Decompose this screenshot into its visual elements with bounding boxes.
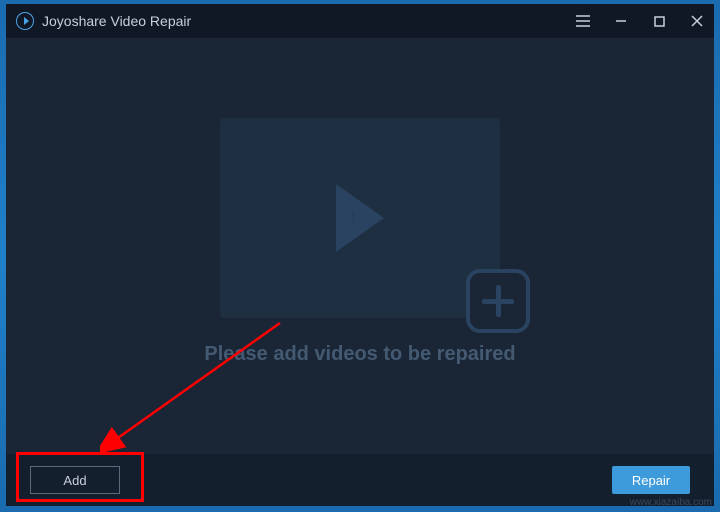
main-content: Please add videos to be repaired <box>6 38 714 454</box>
close-icon[interactable] <box>690 14 704 28</box>
crack-icon <box>352 118 354 318</box>
maximize-icon[interactable] <box>652 14 666 28</box>
app-window: Joyoshare Video Repair Please add videos <box>6 4 714 506</box>
add-plus-icon[interactable] <box>466 269 530 333</box>
video-drop-zone[interactable] <box>220 118 500 318</box>
minimize-icon[interactable] <box>614 14 628 28</box>
window-controls <box>576 14 704 28</box>
broken-video-icon <box>336 184 384 252</box>
titlebar: Joyoshare Video Repair <box>6 4 714 38</box>
app-title: Joyoshare Video Repair <box>42 13 576 29</box>
repair-button[interactable]: Repair <box>612 466 690 494</box>
add-button[interactable]: Add <box>30 466 120 494</box>
menu-icon[interactable] <box>576 14 590 28</box>
footer-bar: Add Repair <box>6 454 714 506</box>
app-logo-icon <box>16 12 34 30</box>
instruction-text: Please add videos to be repaired <box>204 343 515 366</box>
